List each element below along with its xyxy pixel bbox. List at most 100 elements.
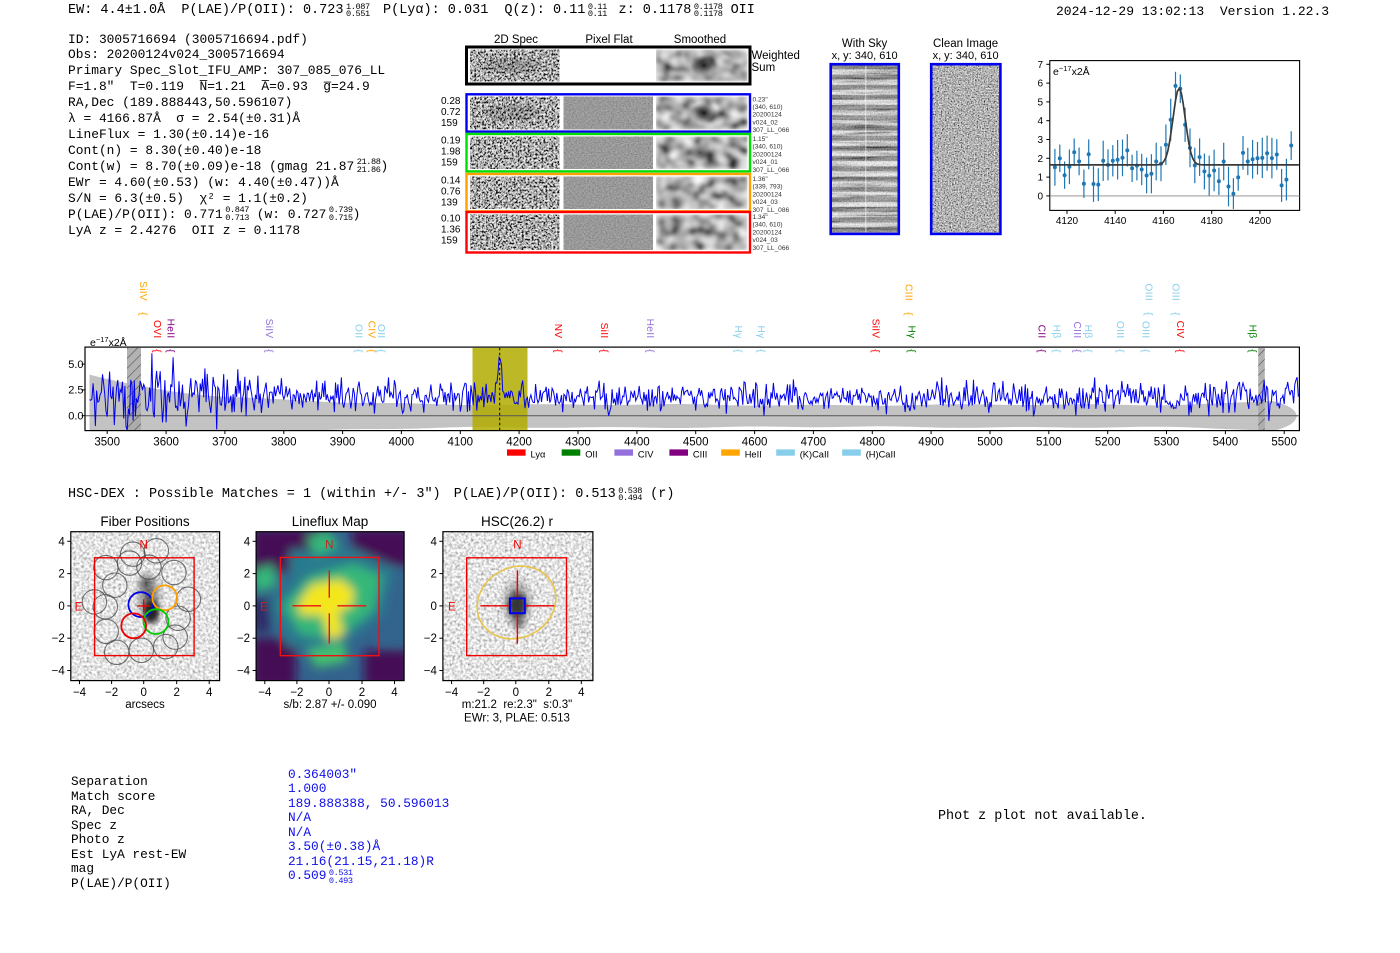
- svg-text:4600: 4600: [742, 437, 768, 449]
- svg-text:−2: −2: [237, 633, 250, 645]
- svg-text:SiIV: SiIV: [137, 281, 148, 301]
- svg-text:5200: 5200: [1095, 437, 1121, 449]
- svg-text:Sum: Sum: [752, 62, 776, 74]
- svg-text:2.5: 2.5: [68, 385, 83, 397]
- svg-text:(H)CaII: (H)CaII: [866, 449, 896, 459]
- svg-text:{: {: [1169, 312, 1180, 316]
- svg-text:4140: 4140: [1104, 216, 1127, 227]
- svg-text:EWr: 3, PLAE: 0.513: EWr: 3, PLAE: 0.513: [464, 713, 570, 725]
- svg-text:{: {: [366, 349, 377, 353]
- svg-text:{: {: [1035, 349, 1046, 353]
- svg-text:SiIV: SiIV: [870, 319, 881, 339]
- svg-text:{: {: [137, 312, 148, 316]
- svg-text:3700: 3700: [212, 437, 238, 449]
- svg-text:4200: 4200: [1249, 216, 1272, 227]
- svg-text:Hγ: Hγ: [755, 325, 766, 339]
- svg-text:HeII: HeII: [745, 449, 762, 459]
- svg-text:0.0: 0.0: [68, 411, 83, 423]
- svg-text:(339, 793): (339, 793): [753, 184, 783, 191]
- svg-text:E: E: [260, 602, 268, 614]
- svg-text:OIII: OIII: [1143, 283, 1154, 301]
- svg-text:4: 4: [391, 687, 398, 699]
- svg-text:{: {: [375, 349, 386, 353]
- svg-text:4800: 4800: [860, 437, 886, 449]
- svg-text:E: E: [448, 602, 456, 614]
- svg-text:307_LL_066: 307_LL_066: [753, 245, 790, 252]
- svg-text:{: {: [1140, 349, 1151, 353]
- svg-text:Hβ: Hβ: [1082, 325, 1093, 339]
- svg-text:v024_03: v024_03: [753, 199, 779, 206]
- svg-text:2: 2: [430, 569, 436, 581]
- svg-text:0: 0: [58, 601, 64, 613]
- svg-text:Lyα: Lyα: [531, 449, 546, 459]
- svg-text:SiIV: SiIV: [263, 319, 274, 339]
- svg-text:4: 4: [578, 687, 585, 699]
- svg-text:5500: 5500: [1271, 437, 1297, 449]
- svg-text:20200124: 20200124: [753, 229, 783, 236]
- svg-text:Hγ: Hγ: [905, 325, 916, 339]
- svg-text:Weighted: Weighted: [752, 50, 800, 62]
- svg-text:0.23": 0.23": [753, 96, 769, 103]
- svg-text:0: 0: [1037, 191, 1043, 202]
- svg-text:Lineflux Map: Lineflux Map: [292, 514, 369, 529]
- svg-text:N: N: [325, 540, 333, 552]
- svg-text:v024_01: v024_01: [753, 159, 779, 166]
- svg-text:7: 7: [1037, 60, 1043, 71]
- svg-text:4180: 4180: [1201, 216, 1224, 227]
- svg-text:4900: 4900: [918, 437, 944, 449]
- svg-text:−4: −4: [73, 687, 87, 699]
- svg-text:1.15": 1.15": [753, 136, 769, 143]
- svg-text:{: {: [151, 349, 162, 353]
- svg-text:20200124: 20200124: [753, 191, 783, 198]
- svg-text:4120: 4120: [1056, 216, 1079, 227]
- svg-text:{: {: [902, 312, 913, 316]
- svg-text:{: {: [165, 349, 176, 353]
- svg-text:3600: 3600: [153, 437, 179, 449]
- svg-text:4700: 4700: [801, 437, 827, 449]
- svg-text:x, y: 340, 610: x, y: 340, 610: [832, 50, 898, 62]
- svg-text:4160: 4160: [1152, 216, 1175, 227]
- svg-text:159: 159: [441, 236, 458, 247]
- svg-text:(340, 610): (340, 610): [753, 104, 783, 111]
- svg-text:159: 159: [441, 118, 458, 129]
- svg-text:s/b: 2.87 +/- 0.090: s/b: 2.87 +/- 0.090: [283, 699, 376, 711]
- svg-text:307_LL_086: 307_LL_086: [753, 207, 790, 214]
- svg-text:−2: −2: [290, 687, 303, 699]
- svg-text:(340, 610): (340, 610): [753, 144, 783, 151]
- svg-text:With Sky: With Sky: [842, 38, 888, 50]
- svg-text:0: 0: [513, 687, 519, 699]
- svg-text:Hβ: Hβ: [1246, 325, 1257, 339]
- svg-text:SiII: SiII: [598, 323, 609, 339]
- svg-text:3900: 3900: [330, 437, 356, 449]
- svg-text:−4: −4: [424, 666, 438, 678]
- svg-text:0: 0: [244, 601, 250, 613]
- svg-text:20200124: 20200124: [753, 151, 783, 158]
- svg-text:2: 2: [546, 687, 552, 699]
- svg-text:{: {: [1051, 349, 1062, 353]
- svg-text:{: {: [644, 349, 655, 353]
- svg-text:1.36": 1.36": [753, 176, 769, 183]
- svg-text:CIII: CIII: [902, 284, 913, 301]
- svg-text:N: N: [140, 540, 148, 552]
- svg-text:3800: 3800: [271, 437, 297, 449]
- svg-text:−2: −2: [105, 687, 118, 699]
- svg-text:4400: 4400: [624, 437, 650, 449]
- svg-text:0.19: 0.19: [441, 136, 461, 147]
- svg-text:0: 0: [326, 687, 332, 699]
- svg-text:4: 4: [58, 536, 65, 548]
- svg-text:−4: −4: [445, 687, 459, 699]
- svg-text:OIII: OIII: [1140, 321, 1151, 339]
- svg-text:5.0: 5.0: [68, 359, 83, 371]
- svg-text:v024_03: v024_03: [753, 237, 779, 244]
- svg-text:{: {: [1071, 349, 1082, 353]
- svg-text:0.28: 0.28: [441, 96, 461, 107]
- svg-text:−4: −4: [258, 687, 272, 699]
- svg-text:−4: −4: [52, 666, 66, 678]
- svg-text:OVI: OVI: [151, 320, 162, 338]
- svg-text:0: 0: [140, 687, 146, 699]
- svg-text:{: {: [1114, 349, 1125, 353]
- svg-text:0.10: 0.10: [441, 214, 461, 225]
- svg-text:−4: −4: [237, 666, 251, 678]
- svg-text:2: 2: [58, 569, 64, 581]
- svg-text:e−17x2Å: e−17x2Å: [1053, 64, 1090, 78]
